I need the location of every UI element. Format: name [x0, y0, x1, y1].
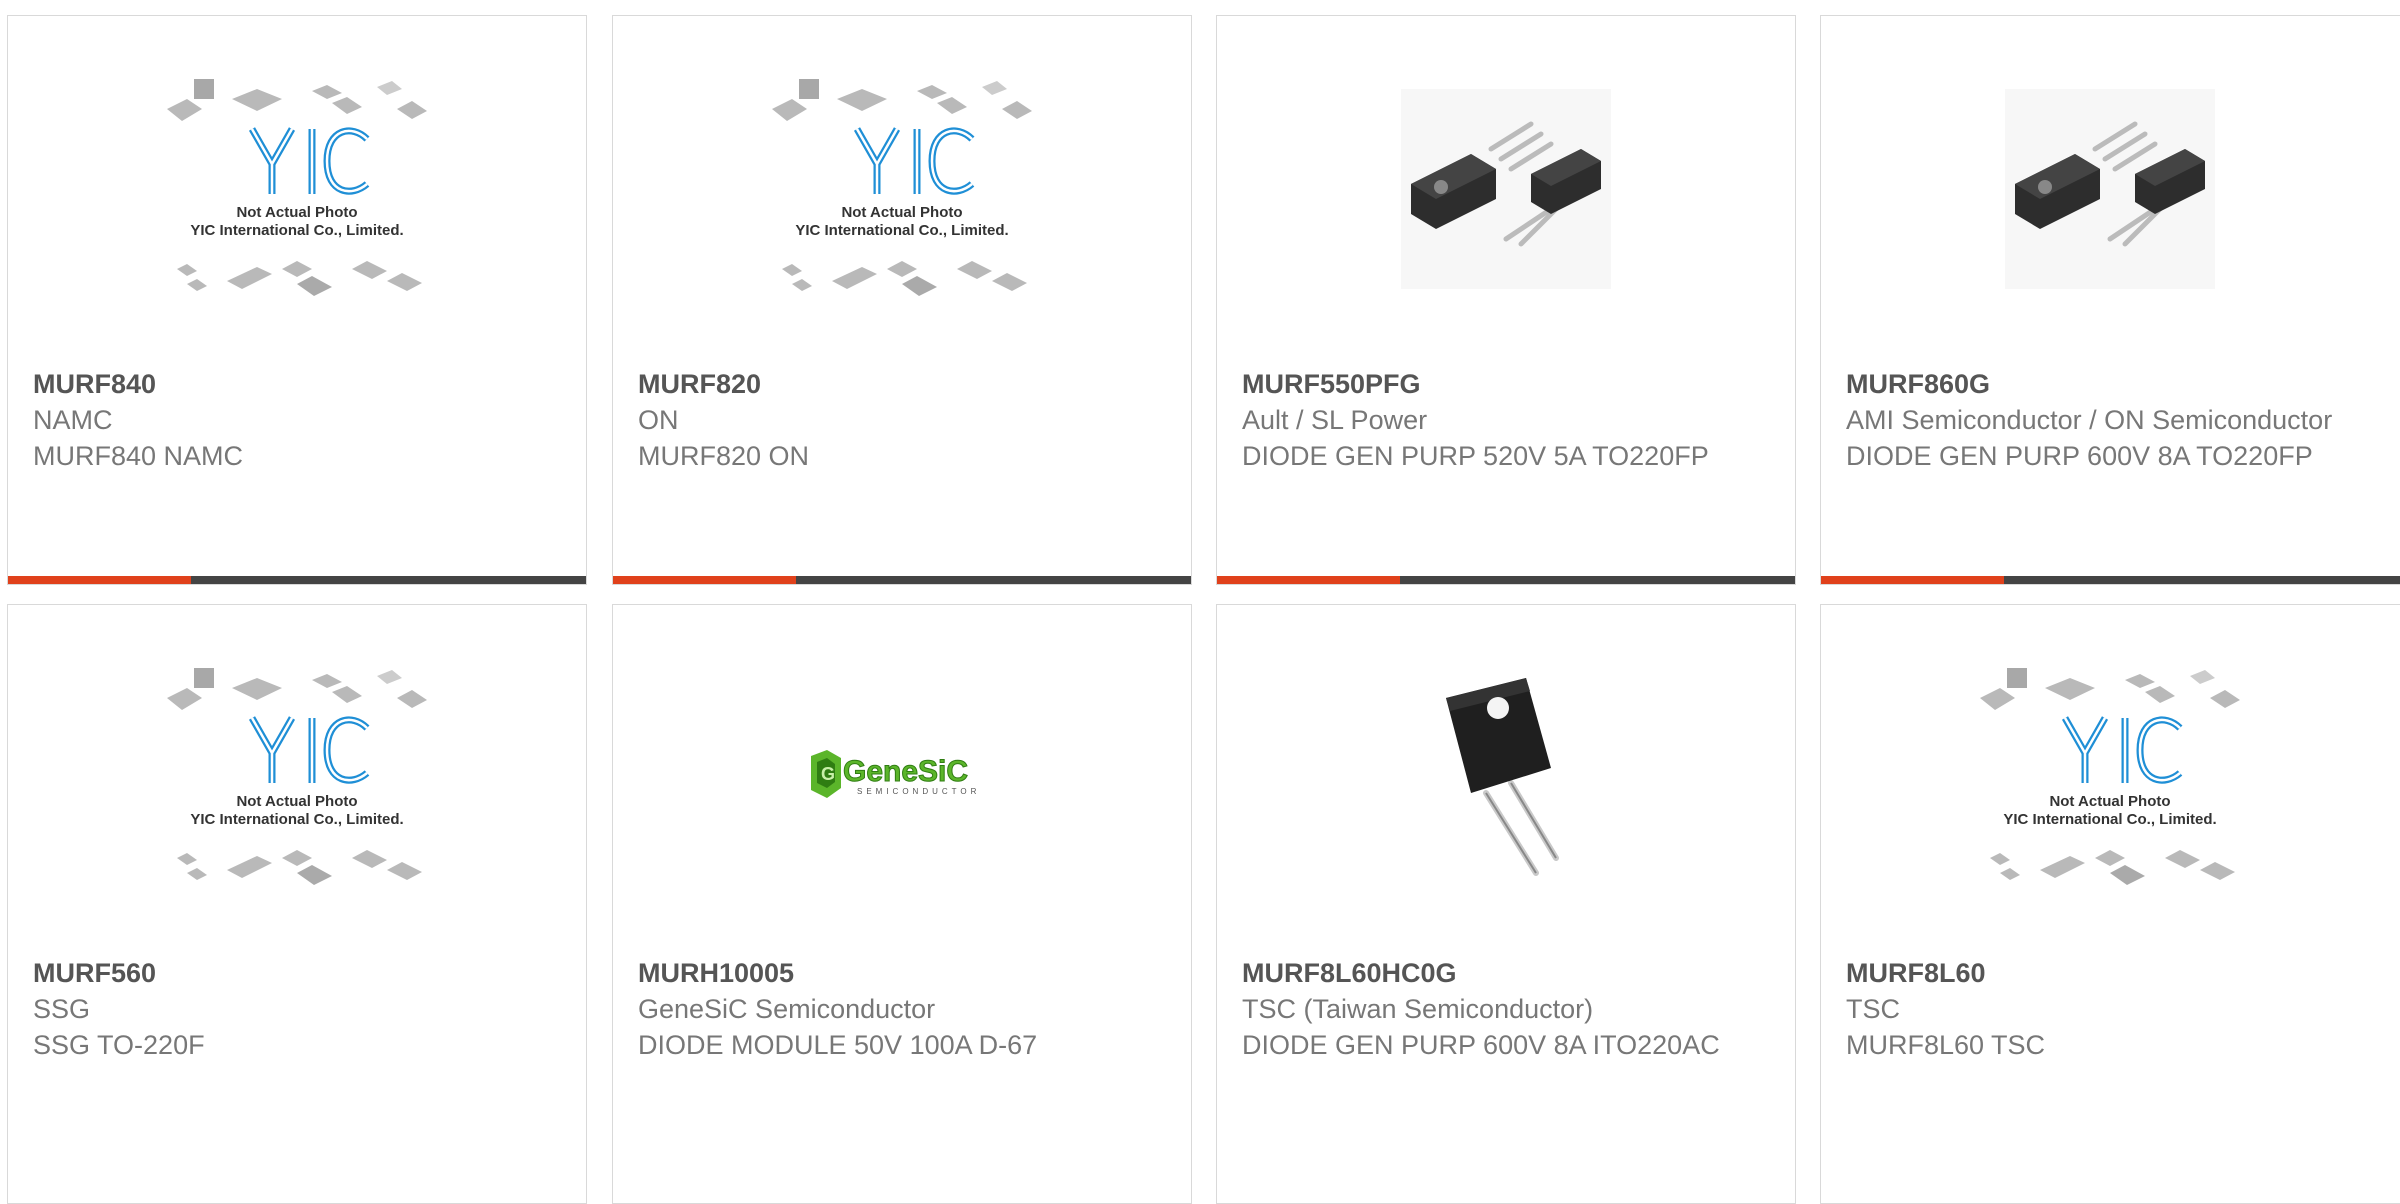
manufacturer: TSC	[1846, 994, 1900, 1024]
description: MURF840 NAMC	[33, 441, 244, 471]
card-bar-accent	[1217, 576, 1400, 584]
part-number[interactable]: MURF8L60	[1846, 955, 2384, 991]
description: DIODE GEN PURP 600V 8A TO220FP	[1846, 441, 2313, 471]
to220fp-photo-icon	[1401, 89, 1611, 289]
yic-placeholder-icon: Not Actual Photo YIC International Co., …	[167, 79, 427, 296]
product-image[interactable]	[1821, 16, 2399, 362]
svg-text:Not Actual Photo: Not Actual Photo	[236, 793, 357, 810]
to220fp-photo-icon	[2005, 89, 2215, 289]
svg-text:Not Actual Photo: Not Actual Photo	[841, 204, 962, 221]
description: DIODE MODULE 50V 100A D-67	[638, 1030, 1038, 1060]
description: MURF820 ON	[638, 441, 810, 471]
product-image[interactable]: Not Actual Photo YIC International Co., …	[613, 16, 1191, 362]
manufacturer: GeneSiC Semiconductor	[638, 994, 936, 1024]
description: SSG TO-220F	[33, 1030, 205, 1060]
product-card[interactable]: Not Actual Photo YIC International Co., …	[612, 15, 1192, 585]
card-bar	[1821, 576, 2400, 584]
product-image[interactable]	[1217, 605, 1795, 951]
part-number[interactable]: MURF820	[638, 366, 1166, 402]
product-card[interactable]: Not Actual Photo YIC International Co., …	[7, 604, 587, 1204]
card-bar	[8, 576, 586, 584]
manufacturer: AMI Semiconductor / ON Semiconductor	[1846, 405, 2333, 435]
description: DIODE GEN PURP 520V 5A TO220FP	[1242, 441, 1709, 471]
manufacturer: ON	[638, 405, 679, 435]
card-bar-accent	[8, 576, 191, 584]
svg-text:YIC International Co., Limited: YIC International Co., Limited.	[190, 222, 403, 239]
part-number[interactable]: MURF840	[33, 366, 561, 402]
manufacturer: TSC (Taiwan Semiconductor)	[1242, 994, 1594, 1024]
product-grid: Not Actual Photo YIC International Co., …	[0, 0, 2400, 1204]
part-number[interactable]: MURF560	[33, 955, 561, 991]
card-bar-accent	[613, 576, 796, 584]
svg-text:Not Actual Photo: Not Actual Photo	[236, 204, 357, 221]
product-card[interactable]: MURF550PFG Ault / SL Power DIODE GEN PUR…	[1216, 15, 1796, 585]
yic-placeholder-icon: Not Actual Photo YIC International Co., …	[167, 668, 427, 885]
card-bar	[613, 576, 1191, 584]
manufacturer: NAMC	[33, 405, 113, 435]
yic-placeholder-icon: Not Actual Photo YIC International Co., …	[772, 79, 1032, 296]
product-card[interactable]: MURF860G AMI Semiconductor / ON Semicond…	[1820, 15, 2400, 585]
product-image[interactable]: Not Actual Photo YIC International Co., …	[8, 16, 586, 362]
description: MURF8L60 TSC	[1846, 1030, 2046, 1060]
svg-text:GeneSiC: GeneSiC	[843, 755, 968, 788]
product-card[interactable]: G GeneSiC SEMICONDUCTOR MURH10005 GeneSi…	[612, 604, 1192, 1204]
product-image[interactable]: Not Actual Photo YIC International Co., …	[1821, 605, 2399, 951]
manufacturer: Ault / SL Power	[1242, 405, 1428, 435]
part-number[interactable]: MURH10005	[638, 955, 1166, 991]
product-card[interactable]: Not Actual Photo YIC International Co., …	[1820, 604, 2400, 1204]
svg-text:YIC International Co., Limited: YIC International Co., Limited.	[2003, 811, 2216, 828]
card-bar-accent	[1821, 576, 2004, 584]
card-bar	[1217, 576, 1795, 584]
product-image[interactable]: Not Actual Photo YIC International Co., …	[8, 605, 586, 951]
yic-placeholder-icon: Not Actual Photo YIC International Co., …	[1980, 668, 2240, 885]
svg-text:SEMICONDUCTOR: SEMICONDUCTOR	[857, 787, 980, 796]
product-image[interactable]	[1217, 16, 1795, 362]
product-image[interactable]: G GeneSiC SEMICONDUCTOR	[613, 605, 1191, 951]
manufacturer: SSG	[33, 994, 91, 1024]
part-number[interactable]: MURF8L60HC0G	[1242, 955, 1770, 991]
product-card[interactable]: Not Actual Photo YIC International Co., …	[7, 15, 587, 585]
svg-text:YIC International Co., Limited: YIC International Co., Limited.	[795, 222, 1008, 239]
genesic-logo-icon: G GeneSiC SEMICONDUCTOR	[811, 750, 980, 798]
part-number[interactable]: MURF860G	[1846, 366, 2369, 402]
svg-text:YIC International Co., Limited: YIC International Co., Limited.	[190, 811, 403, 828]
svg-text:G: G	[821, 764, 835, 784]
part-number[interactable]: MURF550PFG	[1242, 366, 1770, 402]
ito220ac-photo-icon	[1446, 678, 1559, 876]
description: DIODE GEN PURP 600V 8A ITO220AC	[1242, 1030, 1720, 1060]
svg-text:Not Actual Photo: Not Actual Photo	[2049, 793, 2170, 810]
product-card[interactable]: MURF8L60HC0G TSC (Taiwan Semiconductor) …	[1216, 604, 1796, 1204]
